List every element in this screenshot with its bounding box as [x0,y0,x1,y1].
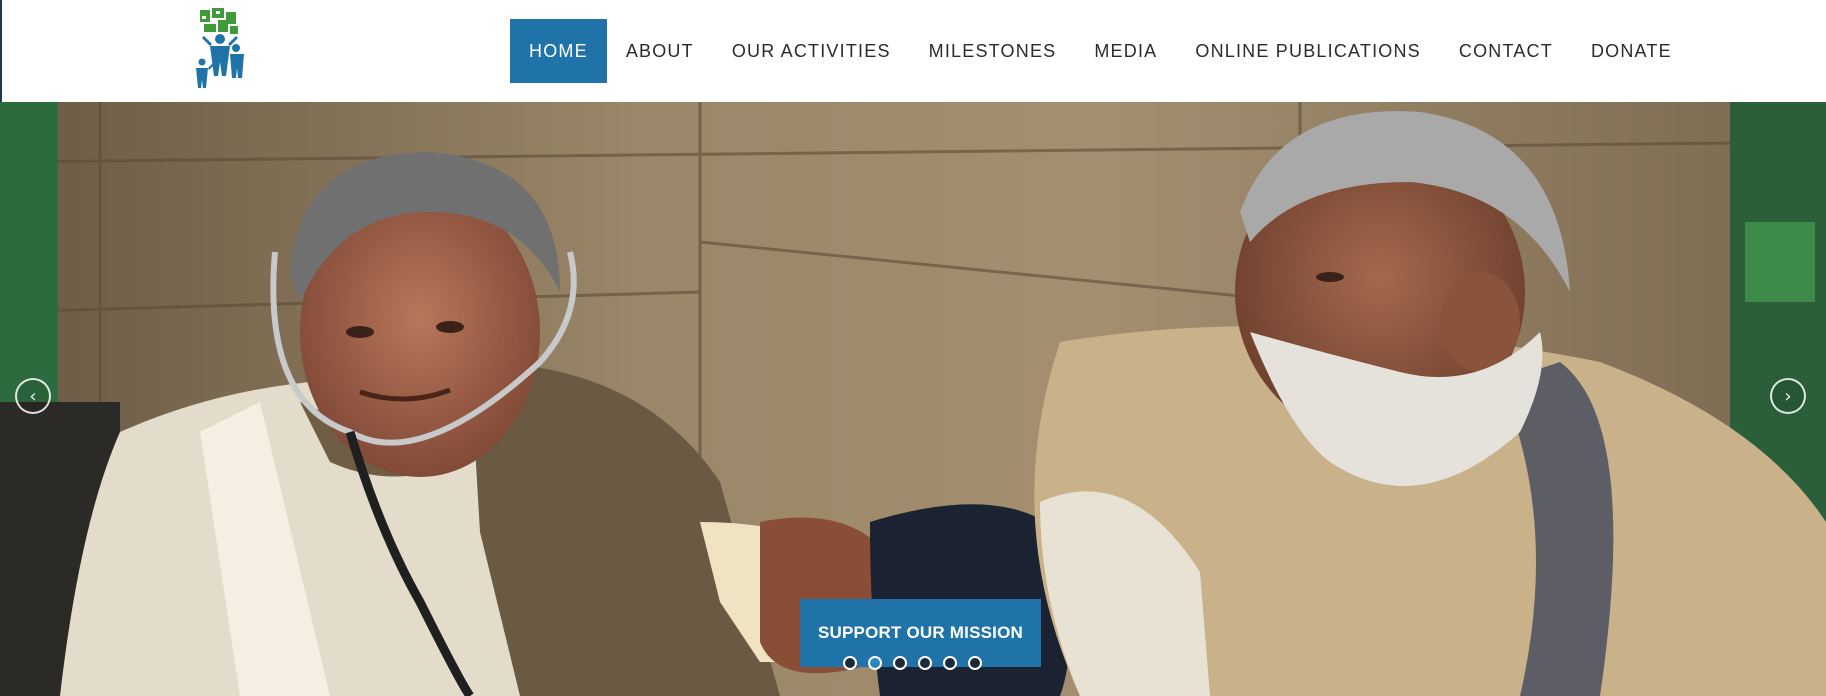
nav-item-about[interactable]: ABOUT [607,19,713,83]
nav-item-home[interactable]: HOME [510,19,607,83]
nav-item-donate[interactable]: DONATE [1572,19,1691,83]
slider-dot-1[interactable] [843,656,857,670]
chevron-right-icon: › [1784,385,1792,407]
organization-logo[interactable] [190,6,250,94]
nav-item-contact[interactable]: CONTACT [1440,19,1572,83]
slider-dot-4[interactable] [918,656,932,670]
slider-dot-5[interactable] [943,656,957,670]
nav-item-milestones[interactable]: MILESTONES [910,19,1076,83]
hero-slider: ‹ › SUPPORT OUR MISSION [0,102,1826,696]
main-navigation: HOME ABOUT OUR ACTIVITIES MILESTONES MED… [510,19,1691,83]
slider-dot-2[interactable] [868,656,882,670]
nav-item-online-publications[interactable]: ONLINE PUBLICATIONS [1176,19,1440,83]
nav-item-our-activities[interactable]: OUR ACTIVITIES [713,19,910,83]
slider-prev-button[interactable]: ‹ [15,378,51,414]
slider-dot-6[interactable] [968,656,982,670]
nav-item-media[interactable]: MEDIA [1075,19,1176,83]
chevron-left-icon: ‹ [29,385,37,407]
slider-dot-3[interactable] [893,656,907,670]
site-header: HOME ABOUT OUR ACTIVITIES MILESTONES MED… [0,0,1826,102]
slider-next-button[interactable]: › [1770,378,1806,414]
slider-pagination [843,656,982,670]
